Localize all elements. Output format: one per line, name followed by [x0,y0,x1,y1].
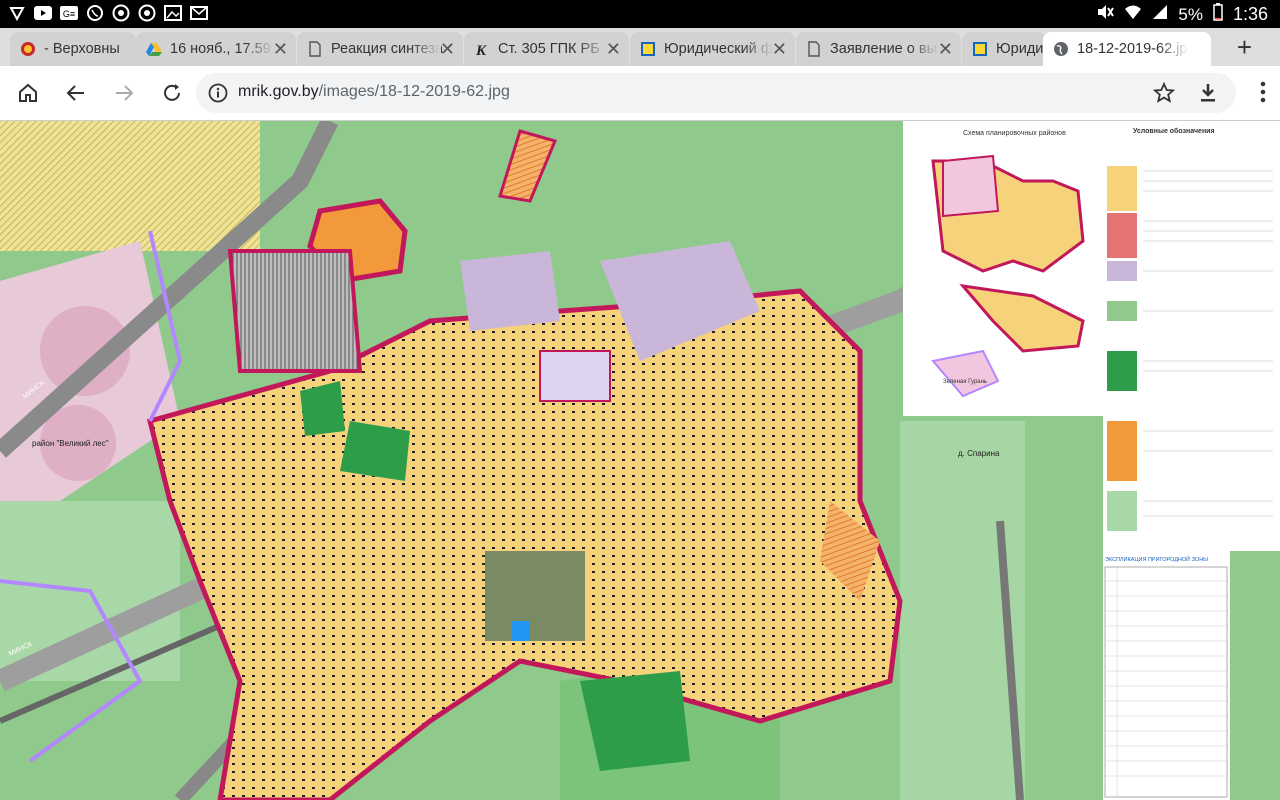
tab-2[interactable]: 16 нояб., 17.59 ✕ [136,32,296,66]
explication-table: ЭКСПЛИКАЦИЯ ПРИГОРОДНОЙ ЗОНЫ [1103,551,1230,800]
image-icon [164,4,182,22]
industrial-block [460,251,560,331]
new-tab-button[interactable]: + [1237,32,1252,63]
reload-button[interactable] [158,79,186,107]
status-bar: G≡ 5% 1:36 [0,0,1280,28]
forest-label: район "Великий лес" [32,439,109,448]
url-path: /images/18-12-2019-62.jpg [318,83,510,100]
viber-icon [86,4,104,22]
svg-text:K: K [475,43,487,57]
back-button[interactable] [62,79,90,107]
mail-icon [190,4,208,22]
close-tab-icon[interactable]: ✕ [440,32,455,66]
legend-inset: Схема планировочных районов Зеленая Гура… [903,121,1103,416]
info-icon[interactable] [208,83,228,103]
gmail-icon: G≡ [60,4,78,22]
park [340,421,410,481]
system-indicators: 5% 1:36 [1096,3,1268,26]
clock: 1:36 [1232,4,1268,24]
industrial-block [539,350,611,402]
youtube-icon [34,4,52,22]
forward-arrow-icon [116,85,134,101]
browser-toolbar: mrik.gov.by/images/18-12-2019-62.jpg [0,66,1280,121]
legend-title: Схема планировочных районов [963,129,1066,137]
reload-icon [164,84,180,101]
tab-6[interactable]: Заявление о вы ✕ [796,32,961,66]
battery-icon [1213,3,1223,26]
close-tab-icon[interactable]: ✕ [606,32,621,66]
chrome-icon-2 [138,4,156,22]
download-icon[interactable] [1196,81,1220,105]
tab-1[interactable]: - Верховны [10,32,136,66]
close-tab-icon[interactable]: ✕ [772,32,787,66]
notification-icons: G≡ [8,4,208,22]
forward-button[interactable] [110,79,138,107]
close-tab-icon[interactable]: ✕ [938,32,953,66]
village-label: д. Спарина [958,449,1000,458]
military-zone [485,551,585,641]
mute-icon [1096,4,1115,25]
tab-strip: - Верховны 16 нояб., 17.59 ✕ Реакция син… [0,28,1280,66]
back-arrow-icon [66,85,84,101]
url-text[interactable]: mrik.gov.by/images/18-12-2019-62.jpg [238,83,510,101]
legend-panel: Условные обозначения [1103,121,1280,551]
tab-4[interactable]: K Ст. 305 ГПК РБ ✕ [464,32,629,66]
bookmark-star-icon[interactable] [1152,81,1176,105]
water-body [512,621,530,641]
menu-dots-icon[interactable] [1260,80,1266,104]
svg-text:G≡: G≡ [63,9,75,19]
page-icon [808,41,820,57]
address-bar[interactable]: mrik.gov.by/images/18-12-2019-62.jpg [196,73,1236,113]
legend-heading: Условные обозначения [1133,127,1215,135]
explication-title: ЭКСПЛИКАЦИЯ ПРИГОРОДНОЙ ЗОНЫ [1105,555,1208,563]
battery-percent: 5% [1178,4,1203,24]
farmland-area [0,121,260,251]
wifi-icon [1124,4,1142,25]
vpn-icon [8,4,26,22]
close-tab-icon[interactable]: ✕ [273,32,288,66]
chrome-icon [112,4,130,22]
tab-title: - Верховны [44,41,120,57]
flag-icon [973,42,987,56]
home-button[interactable] [14,79,42,107]
emblem-icon [21,42,35,56]
industrial-zone [227,249,363,373]
page-icon [309,41,321,57]
drive-icon [146,43,162,56]
tab-3[interactable]: Реакция синтеза ✕ [297,32,463,66]
image-viewport[interactable]: район "Великий лес" д. Спарина МИНСК МИН… [0,121,1280,800]
k-icon: K [475,43,487,57]
tab-7[interactable]: Юриди [962,32,1046,66]
tab-5[interactable]: Юридический ф ✕ [630,32,795,66]
district-label: Зеленая Гурань [943,379,987,385]
url-domain: mrik.gov.by [238,83,319,100]
tab-title: Юриди [996,41,1044,57]
home-icon [19,83,37,102]
signal-icon [1152,4,1168,25]
tab-8-active[interactable]: 18-12-2019-62.jp [1043,32,1211,66]
flag-icon [641,42,655,56]
globe-icon [1054,42,1068,56]
